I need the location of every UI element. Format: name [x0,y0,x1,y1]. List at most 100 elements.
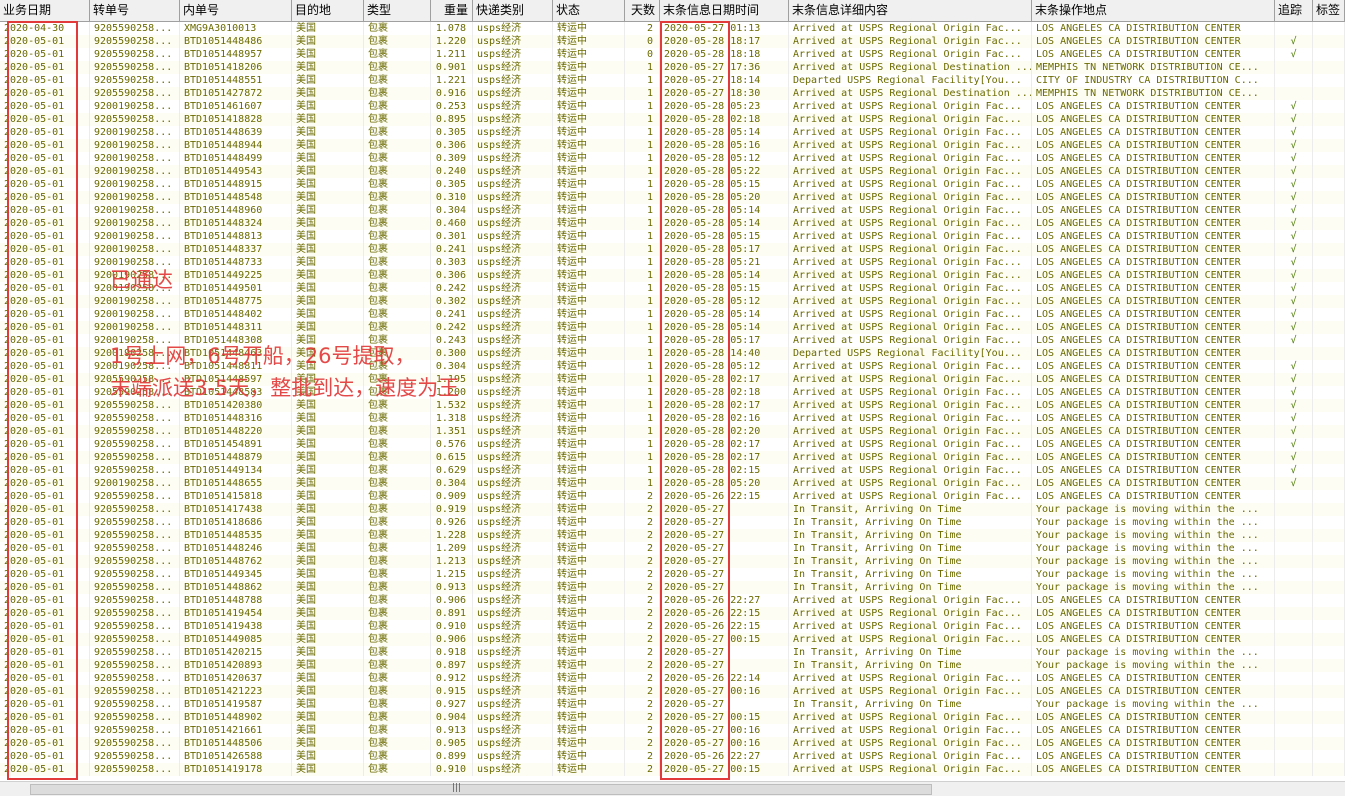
cell-express-category: usps经济 [473,620,553,633]
table-row[interactable]: 2020-05-01 9205590258... BTD1051448220 美国 包裹… [0,425,1345,438]
cell-tracking: √ [1275,425,1313,438]
table-row[interactable]: 2020-05-01 9205590258... BTD1051421223 美国 包裹… [0,685,1345,698]
table-row[interactable]: 2020-05-01 9205590258... BTD1051449085 美国 包裹… [0,633,1345,646]
table-row[interactable]: 2020-05-01 9205590258... BTD1051419438 美国 包裹… [0,620,1345,633]
cell-weight: 1.228 [431,529,473,542]
table-row[interactable]: 2020-05-01 9200190258... BTD1051448548 美国 包裹… [0,191,1345,204]
cell-tracking: √ [1275,399,1313,412]
table-row[interactable]: 2020-05-01 9205590258... BTD1051448879 美国 包裹… [0,451,1345,464]
cell-inner-no: BTD1051448862 [180,581,292,594]
table-row[interactable]: 2020-05-01 9205590258... BTD1051449134 美国 包裹… [0,464,1345,477]
cell-inner-no: BTD1051448957 [180,48,292,61]
cell-last-operation-location: Your package is moving within the ... [1032,646,1275,659]
column-header-status[interactable]: 状态 [553,0,625,21]
table-row[interactable]: 2020-05-01 9200190258... BTD1051448311 美国 包裹… [0,321,1345,334]
cell-destination: 美国 [292,425,364,438]
cell-label [1313,217,1345,230]
table-row[interactable]: 2020-05-01 9205590258... BTD1051448551 美国 包裹… [0,74,1345,87]
table-row[interactable]: 2020-05-01 9205590258... BTD1051420893 美国 包裹… [0,659,1345,672]
table-row[interactable]: 2020-05-01 9205590258... BTD1051420637 美国 包裹… [0,672,1345,685]
table-row[interactable]: 2020-05-01 9200190258... BTD1051461607 美国 包裹… [0,100,1345,113]
table-row[interactable]: 2020-05-01 9205590258... BTD1051454891 美国 包裹… [0,438,1345,451]
table-row[interactable]: 2020-05-01 9205590258... BTD1051448246 美国 包裹… [0,542,1345,555]
cell-status: 转运中 [553,334,625,347]
cell-label [1313,620,1345,633]
table-row[interactable]: 2020-05-01 9200190258... BTD1051448915 美国 包裹… [0,178,1345,191]
table-row[interactable]: 2020-05-01 9205590258... BTD1051419454 美国 包裹… [0,607,1345,620]
table-row[interactable]: 2020-05-01 9205590258... BTD1051448902 美国 包裹… [0,711,1345,724]
cell-status: 转运中 [553,61,625,74]
table-row[interactable]: 2020-05-01 9200190258... BTD1051448960 美国 包裹… [0,204,1345,217]
table-row[interactable]: 2020-05-01 9205590258... BTD1051419587 美国 包裹… [0,698,1345,711]
table-row[interactable]: 2020-05-01 9205590258... BTD1051448486 美国 包裹… [0,35,1345,48]
cell-business-date: 2020-05-01 [0,48,90,61]
cell-transfer-no: 9205590258... [90,633,180,646]
cell-last-operation-location: Your package is moving within the ... [1032,503,1275,516]
table-row[interactable]: 2020-05-01 9200190258... BTD1051448337 美国 包裹… [0,243,1345,256]
table-row[interactable]: 2020-05-01 9205590258... BTD1051419178 美国 包裹… [0,763,1345,776]
column-header-days[interactable]: 天数 [625,0,660,21]
table-row[interactable]: 2020-05-01 9205590258... BTD1051448506 美国 包裹… [0,737,1345,750]
table-row[interactable]: 2020-05-01 9200190258... BTD1051448775 美国 包裹… [0,295,1345,308]
table-row[interactable]: 2020-05-01 9205590258... BTD1051448762 美国 包裹… [0,555,1345,568]
table-row[interactable]: 2020-05-01 9200190258... BTD1051449543 美国 包裹… [0,165,1345,178]
table-row[interactable]: 2020-05-01 9205590258... BTD1051418828 美国 包裹… [0,113,1345,126]
cell-days: 1 [625,451,660,464]
table-row[interactable]: 2020-05-01 9205590258... BTD1051448316 美国 包裹… [0,412,1345,425]
table-row[interactable]: 2020-05-01 9200190258... BTD1051448813 美国 包裹… [0,230,1345,243]
table-row[interactable]: 2020-05-01 9205590258... BTD1051420215 美国 包裹… [0,646,1345,659]
column-header-tracking[interactable]: 追踪 [1275,0,1313,21]
column-header-label[interactable]: 标签 [1313,0,1345,21]
cell-tracking: √ [1275,256,1313,269]
table-row[interactable]: 2020-05-01 9205590258... BTD1051418686 美国 包裹… [0,516,1345,529]
cell-last-info-detail: Arrived at USPS Regional Origin Fac... [789,373,1032,386]
column-header-last-info-detail[interactable]: 末条信息详细内容 [789,0,1032,21]
cell-type: 包裹 [364,763,431,776]
column-header-last-operation-location[interactable]: 末条操作地点 [1032,0,1275,21]
table-row[interactable]: 2020-05-01 9200190258... BTD1051448324 美国 包裹… [0,217,1345,230]
table-row[interactable]: 2020-05-01 9205590258... BTD1051449345 美国 包裹… [0,568,1345,581]
table-row[interactable]: 2020-05-01 9200190258... BTD1051448499 美国 包裹… [0,152,1345,165]
horizontal-scrollbar[interactable]: ||| [0,781,1345,796]
column-header-inner-no[interactable]: 内单号 [180,0,292,21]
table-row[interactable]: 2020-05-01 9205590258... BTD1051426588 美国 包裹… [0,750,1345,763]
table-row[interactable]: 2020-05-01 9200190258... BTD1051448402 美国 包裹… [0,308,1345,321]
table-row[interactable]: 2020-05-01 9200190258... BTD1051449225 美国 包裹… [0,269,1345,282]
table-row[interactable]: 2020-05-01 9205590258... BTD1051448788 美国 包裹… [0,594,1345,607]
table-row[interactable]: 2020-05-01 9200190258... BTD1051448655 美国 包裹… [0,477,1345,490]
table-row[interactable]: 2020-05-01 9205590258... BTD1051418206 美国 包裹… [0,61,1345,74]
cell-last-operation-location: LOS ANGELES CA DISTRIBUTION CENTER [1032,607,1275,620]
table-row[interactable]: 2020-05-01 9205590258... BTD1051448862 美国 包裹… [0,581,1345,594]
cell-last-info-datetime: 2020-05-28 02:17 [660,399,789,412]
cell-express-category: usps经济 [473,451,553,464]
cell-tracking [1275,22,1313,35]
cell-status: 转运中 [553,100,625,113]
table-row[interactable]: 2020-05-01 9205590258... BTD1051421661 美国 包裹… [0,724,1345,737]
table-row[interactable]: 2020-05-01 9200190258... BTD1051448639 美国 包裹… [0,126,1345,139]
column-header-express-category[interactable]: 快递类别 [473,0,553,21]
cell-label [1313,87,1345,100]
table-row[interactable]: 2020-04-30 9205590258... XMG9A3010013 美国 包裹 1… [0,22,1345,35]
table-row[interactable]: 2020-05-01 9205590258... BTD1051448957 美国 包裹… [0,48,1345,61]
cell-type: 包裹 [364,308,431,321]
column-header-business-date[interactable]: 业务日期 [0,0,90,21]
column-header-destination[interactable]: 目的地 [292,0,364,21]
table-row[interactable]: 2020-05-01 9200190258... BTD1051449501 美国 包裹… [0,282,1345,295]
cell-last-info-datetime: 2020-05-28 02:17 [660,373,789,386]
table-row[interactable]: 2020-05-01 9205590258... BTD1051417438 美国 包裹… [0,503,1345,516]
cell-last-info-detail: Arrived at USPS Regional Origin Fac... [789,35,1032,48]
cell-last-info-detail: Arrived at USPS Regional Origin Fac... [789,399,1032,412]
column-header-type[interactable]: 类型 [364,0,431,21]
cell-last-operation-location: LOS ANGELES CA DISTRIBUTION CENTER [1032,295,1275,308]
table-row[interactable]: 2020-05-01 9205590258... BTD1051427872 美国 包裹… [0,87,1345,100]
table-row[interactable]: 2020-05-01 9200190258... BTD1051448733 美国 包裹… [0,256,1345,269]
column-header-transfer-no[interactable]: 转单号 [90,0,180,21]
cell-last-operation-location: LOS ANGELES CA DISTRIBUTION CENTER [1032,360,1275,373]
table-row[interactable]: 2020-05-01 9205590258... BTD1051415818 美国 包裹… [0,490,1345,503]
scrollbar-thumb[interactable] [30,784,932,795]
column-header-last-info-datetime[interactable]: 末条信息日期时间 [660,0,789,21]
column-header-weight[interactable]: 重量 [431,0,473,21]
table-row[interactable]: 2020-05-01 9205590258... BTD1051448535 美国 包裹… [0,529,1345,542]
cell-express-category: usps经济 [473,217,553,230]
table-row[interactable]: 2020-05-01 9200190258... BTD1051448944 美国 包裹… [0,139,1345,152]
